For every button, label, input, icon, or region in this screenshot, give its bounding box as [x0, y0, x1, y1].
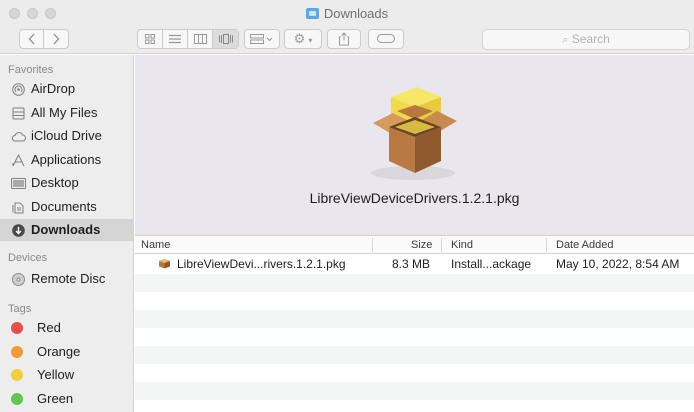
column-header-kind[interactable]: Kind [451, 239, 473, 251]
forward-button[interactable] [44, 30, 68, 48]
column-header-size[interactable]: Size [411, 239, 432, 251]
sidebar-item-label: All My Files [31, 105, 98, 120]
column-header-name[interactable]: Name [141, 239, 170, 251]
all-my-files-icon [12, 107, 25, 120]
sidebar-item-label: Remote Disc [31, 271, 106, 286]
sidebar-tag-label: Green [37, 391, 74, 406]
column-divider[interactable] [441, 238, 442, 252]
package-box-icon[interactable] [353, 75, 473, 185]
tag-icon [377, 34, 395, 43]
column-divider[interactable] [546, 238, 547, 252]
cover-flow-preview: LibreViewDeviceDrivers.1.2.1.pkg [135, 55, 694, 235]
sidebar-item-label: Applications [31, 152, 102, 167]
search-placeholder: Search [571, 32, 610, 46]
downloads-icon [12, 224, 25, 237]
cover-flow-view-button[interactable] [213, 30, 238, 48]
toolbar: ⚙ ▾ ⌕ Search [0, 26, 694, 54]
empty-row [135, 328, 694, 346]
sidebar-tag-orange[interactable]: Orange [0, 341, 133, 363]
documents-icon [12, 202, 24, 214]
column-view-button[interactable] [188, 30, 213, 48]
search-field[interactable]: ⌕ Search [482, 29, 690, 50]
finder-window: Downloads ⚙ ▾ ⌕ Search Favorites AirDrop… [0, 0, 694, 412]
empty-row [135, 346, 694, 364]
chevron-down-icon: ▾ [308, 36, 313, 45]
disc-icon [12, 273, 25, 286]
sidebar-tag-red[interactable]: Red [0, 317, 133, 339]
empty-row [135, 274, 694, 292]
file-kind: Install...ackage [451, 257, 532, 271]
list-view-button[interactable] [163, 30, 188, 48]
sidebar-item-documents[interactable]: Documents [0, 196, 133, 218]
table-row[interactable]: LibreViewDevi...rivers.1.2.1.pkg 8.3 MB … [135, 255, 694, 273]
gear-icon: ⚙ [293, 31, 306, 46]
sidebar-favorites-title: Favorites [8, 64, 54, 76]
yellow-tag-dot [11, 369, 23, 381]
sidebar-item-remote-disc[interactable]: Remote Disc [0, 268, 133, 290]
sidebar-item-label: AirDrop [31, 81, 76, 96]
sidebar-item-icloud-drive[interactable]: iCloud Drive [0, 125, 133, 147]
package-icon [159, 259, 170, 269]
file-name: LibreViewDevi...rivers.1.2.1.pkg [177, 257, 346, 271]
sidebar-item-label: iCloud Drive [31, 128, 102, 143]
file-list: Name Size Kind Date Added LibreViewDevi.… [135, 235, 694, 412]
sidebar-item-label: Downloads [31, 222, 101, 237]
column-divider[interactable] [372, 238, 373, 252]
sidebar-tag-label: Yellow [37, 367, 75, 382]
empty-row [135, 310, 694, 328]
preview-filename: LibreViewDeviceDrivers.1.2.1.pkg [309, 190, 520, 206]
sidebar: Favorites AirDrop All My Files iCloud Dr… [0, 55, 134, 412]
sidebar-item-applications[interactable]: Applications [0, 149, 133, 171]
window-title: Downloads [0, 6, 694, 21]
airdrop-icon [12, 83, 25, 96]
view-mode-control [137, 29, 239, 49]
tag-button[interactable] [368, 29, 404, 49]
sidebar-tag-label: Red [37, 320, 61, 335]
sidebar-item-all-my-files[interactable]: All My Files [0, 102, 133, 124]
back-button[interactable] [20, 30, 44, 48]
downloads-folder-icon [305, 8, 319, 19]
red-tag-dot [11, 322, 23, 334]
list-header: Name Size Kind Date Added [135, 235, 694, 254]
column-header-date-added[interactable]: Date Added [556, 239, 614, 251]
green-tag-dot [11, 393, 23, 405]
empty-row [135, 364, 694, 382]
share-icon [339, 32, 349, 46]
window-title-text: Downloads [323, 6, 389, 21]
sidebar-devices-title: Devices [8, 252, 48, 264]
sidebar-item-label: Documents [31, 199, 97, 214]
sidebar-item-airdrop[interactable]: AirDrop [0, 78, 133, 100]
sidebar-item-desktop[interactable]: Desktop [0, 172, 133, 194]
sidebar-tag-label: Orange [37, 344, 81, 359]
orange-tag-dot [11, 346, 23, 358]
applications-icon [11, 154, 25, 167]
group-by-button[interactable] [244, 29, 280, 49]
sidebar-tag-yellow[interactable]: Yellow [0, 364, 133, 386]
icon-view-button[interactable] [138, 30, 163, 48]
sidebar-item-downloads[interactable]: Downloads [0, 219, 133, 241]
column-view-icon [193, 34, 207, 44]
search-icon: ⌕ [562, 34, 569, 46]
icon-view-icon [145, 34, 155, 44]
sidebar-item-label: Desktop [31, 175, 79, 190]
cover-flow-view-icon [218, 34, 233, 44]
chevron-right-icon [53, 33, 60, 45]
file-size: 8.3 MB [392, 257, 431, 271]
share-button[interactable] [327, 29, 361, 49]
cloud-icon [11, 132, 26, 142]
empty-row [135, 382, 694, 400]
empty-row [135, 400, 694, 412]
file-date-added: May 10, 2022, 8:54 AM [556, 257, 680, 271]
sidebar-tags-title: Tags [8, 303, 32, 315]
title-bar: Downloads [0, 0, 694, 26]
chevron-left-icon [28, 33, 35, 45]
group-by-icon [250, 34, 273, 44]
empty-row [135, 292, 694, 310]
list-view-icon [169, 34, 181, 44]
back-forward-control [19, 29, 69, 49]
action-button[interactable]: ⚙ ▾ [284, 29, 322, 49]
sidebar-tag-green[interactable]: Green [0, 388, 133, 410]
desktop-icon [11, 178, 26, 189]
